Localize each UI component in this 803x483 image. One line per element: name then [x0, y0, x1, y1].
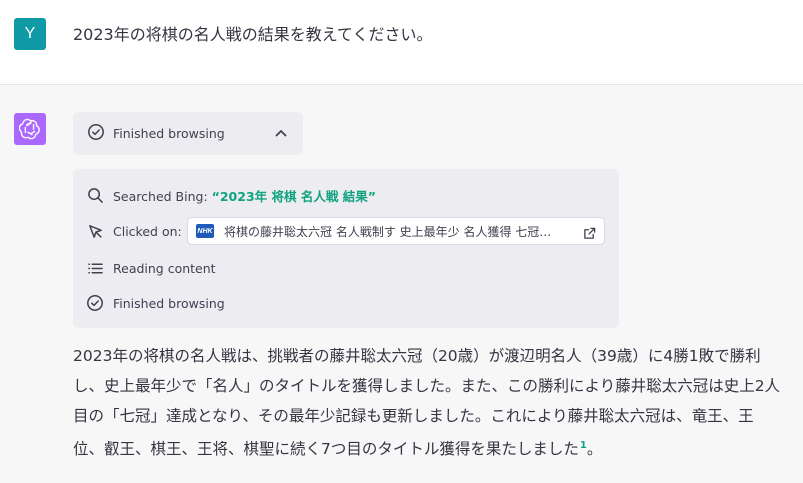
reading-content-label: Reading content: [113, 260, 216, 276]
browsing-toggle-button[interactable]: Finished browsing: [73, 112, 303, 155]
clicked-source-link[interactable]: NHK 将棋の藤井聡太六冠 名人戦制す 史上最年少 名人獲得 七冠…: [187, 217, 605, 245]
list-icon: [86, 259, 104, 277]
citation-link[interactable]: 1: [580, 440, 587, 451]
step-finished: Finished browsing: [86, 293, 225, 313]
openai-logo-icon: [14, 113, 46, 145]
cursor-arrow-icon: [86, 222, 104, 240]
user-message-row: Y 2023年の将棋の名人戦の結果を教えてください。: [0, 0, 803, 85]
answer-end: 。: [586, 440, 603, 459]
user-avatar: Y: [14, 18, 46, 50]
search-prefix: Searched Bing:: [113, 188, 212, 204]
finished-browsing-label: Finished browsing: [113, 295, 225, 311]
browsing-toggle-label: Finished browsing: [113, 126, 225, 141]
check-circle-icon: [86, 294, 104, 312]
clicked-source-title: 将棋の藤井聡太六冠 名人戦制す 史上最年少 名人獲得 七冠…: [224, 224, 552, 239]
step-searched: Searched Bing: “2023年 将棋 名人戦 結果”: [86, 185, 376, 205]
answer-text: 2023年の将棋の名人戦は、挑戦者の藤井聡太六冠（20歳）が渡辺明名人（39歳）…: [73, 347, 781, 459]
browsing-steps-panel: Searched Bing: “2023年 将棋 名人戦 結果” Clicked…: [73, 169, 619, 328]
search-icon: [86, 186, 104, 204]
nhk-favicon-icon: NHK: [196, 224, 214, 238]
assistant-message-row: Finished browsing Searched Bing: “2023年 …: [0, 85, 803, 483]
step-clicked: Clicked on:: [86, 221, 182, 241]
user-message-text: 2023年の将棋の名人戦の結果を教えてください。: [73, 25, 433, 44]
step-reading: Reading content: [86, 258, 216, 278]
chevron-up-icon: [273, 125, 289, 145]
check-circle-icon: [87, 123, 105, 145]
assistant-answer: 2023年の将棋の名人戦は、挑戦者の藤井聡太六冠（20歳）が渡辺明名人（39歳）…: [73, 341, 783, 464]
clicked-label: Clicked on:: [113, 223, 182, 239]
search-query: “2023年 将棋 名人戦 結果”: [211, 188, 376, 204]
external-link-icon[interactable]: [583, 225, 596, 244]
